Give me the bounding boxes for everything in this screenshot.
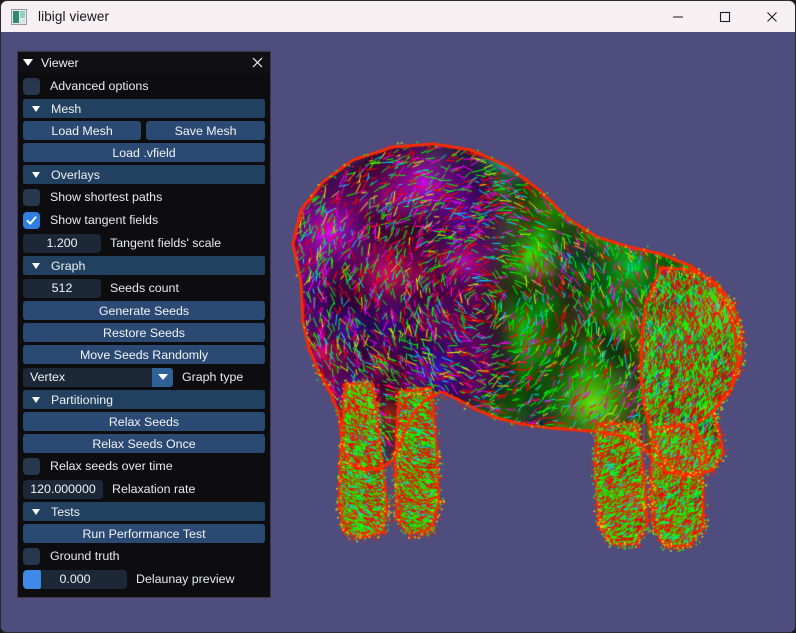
run-performance-test-row: Run Performance Test [23, 524, 265, 543]
triangle-down-icon[interactable] [32, 396, 40, 403]
window-controls [654, 1, 795, 32]
relax-seeds-once-button[interactable]: Relax Seeds Once [23, 434, 265, 453]
vfield-button-row: Load .vfield [23, 143, 265, 162]
section-label-overlays: Overlays [51, 167, 100, 182]
section-header-overlays[interactable]: Overlays [23, 165, 265, 184]
close-icon[interactable] [251, 56, 264, 69]
triangle-down-icon[interactable] [32, 508, 40, 515]
relaxation-rate-label: Relaxation rate [112, 482, 196, 496]
mesh-button-row: Load Mesh Save Mesh [23, 121, 266, 140]
show-shortest-paths-label: Show shortest paths [50, 190, 163, 204]
relax-over-time-checkbox[interactable] [23, 457, 40, 475]
restore-seeds-row: Restore Seeds [23, 323, 265, 342]
close-button[interactable] [748, 1, 795, 32]
restore-seeds-button[interactable]: Restore Seeds [23, 323, 265, 342]
graph-type-row: Vertex Graph type [23, 367, 265, 387]
relax-over-time-row[interactable]: Relax seeds over time [23, 456, 265, 476]
app-icon [11, 8, 27, 25]
section-label-mesh: Mesh [51, 101, 82, 116]
minimize-button[interactable] [654, 1, 701, 32]
window-title: libigl viewer [38, 9, 110, 24]
application-window: libigl viewer Viewer Advanced options Me… [0, 0, 796, 633]
triangle-down-icon[interactable] [32, 105, 40, 112]
section-header-mesh[interactable]: Mesh [23, 99, 265, 118]
section-header-tests[interactable]: Tests [23, 502, 265, 521]
panel-body: Advanced options Mesh Load Mesh Save Mes… [18, 73, 270, 589]
generate-seeds-button[interactable]: Generate Seeds [23, 301, 265, 320]
advanced-options-row[interactable]: Advanced options [23, 76, 265, 96]
panel-title: Viewer [41, 55, 79, 70]
tangent-scale-row: 1.200 Tangent fields' scale [23, 233, 265, 253]
graph-type-label: Graph type [182, 370, 244, 384]
show-tangent-fields-row[interactable]: Show tangent fields [23, 210, 265, 230]
triangle-down-icon[interactable] [32, 171, 40, 178]
delaunay-preview-label: Delaunay preview [136, 572, 235, 586]
window-titlebar[interactable]: libigl viewer [1, 1, 795, 32]
move-seeds-row: Move Seeds Randomly [23, 345, 265, 364]
tangent-scale-input[interactable]: 1.200 [23, 233, 101, 253]
save-mesh-button[interactable]: Save Mesh [146, 121, 266, 140]
section-label-tests: Tests [51, 504, 80, 519]
slider-handle[interactable] [23, 569, 41, 589]
delaunay-preview-row: 0.000 Delaunay preview [23, 569, 265, 589]
advanced-options-label: Advanced options [50, 79, 149, 93]
relax-seeds-once-row: Relax Seeds Once [23, 434, 265, 453]
delaunay-preview-value: 0.000 [59, 572, 91, 586]
triangle-down-icon[interactable] [32, 262, 40, 269]
relaxation-rate-input[interactable]: 120.000000 [23, 479, 103, 499]
relax-seeds-row: Relax Seeds [23, 412, 265, 431]
seeds-count-row: 512 Seeds count [23, 278, 265, 298]
section-header-graph[interactable]: Graph [23, 256, 265, 275]
section-header-partitioning[interactable]: Partitioning [23, 390, 265, 409]
show-shortest-paths-checkbox[interactable] [23, 188, 40, 206]
load-vfield-button[interactable]: Load .vfield [23, 143, 265, 162]
relaxation-rate-row: 120.000000 Relaxation rate [23, 479, 265, 499]
move-seeds-randomly-button[interactable]: Move Seeds Randomly [23, 345, 265, 364]
chevron-down-icon[interactable] [152, 367, 173, 387]
ground-truth-checkbox[interactable] [23, 547, 40, 565]
graph-type-select[interactable]: Vertex [23, 367, 173, 387]
graph-type-value: Vertex [30, 370, 66, 384]
section-label-graph: Graph [51, 258, 86, 273]
ground-truth-row[interactable]: Ground truth [23, 546, 265, 566]
tangent-scale-label: Tangent fields' scale [110, 236, 222, 250]
show-shortest-paths-row[interactable]: Show shortest paths [23, 187, 265, 207]
triangle-down-icon[interactable] [23, 59, 33, 66]
relax-over-time-label: Relax seeds over time [50, 459, 173, 473]
panel-titlebar[interactable]: Viewer [18, 52, 270, 73]
ground-truth-label: Ground truth [50, 549, 120, 563]
seeds-count-input[interactable]: 512 [23, 278, 101, 298]
show-tangent-fields-checkbox[interactable] [23, 211, 40, 229]
generate-seeds-row: Generate Seeds [23, 301, 265, 320]
advanced-options-checkbox[interactable] [23, 77, 40, 95]
seeds-count-label: Seeds count [110, 281, 179, 295]
viewer-panel: Viewer Advanced options Mesh Load Mesh S… [17, 51, 271, 598]
maximize-button[interactable] [701, 1, 748, 32]
delaunay-preview-slider[interactable]: 0.000 [23, 569, 127, 589]
relax-seeds-button[interactable]: Relax Seeds [23, 412, 265, 431]
section-label-partitioning: Partitioning [51, 392, 113, 407]
run-performance-test-button[interactable]: Run Performance Test [23, 524, 265, 543]
load-mesh-button[interactable]: Load Mesh [23, 121, 142, 140]
show-tangent-fields-label: Show tangent fields [50, 213, 159, 227]
